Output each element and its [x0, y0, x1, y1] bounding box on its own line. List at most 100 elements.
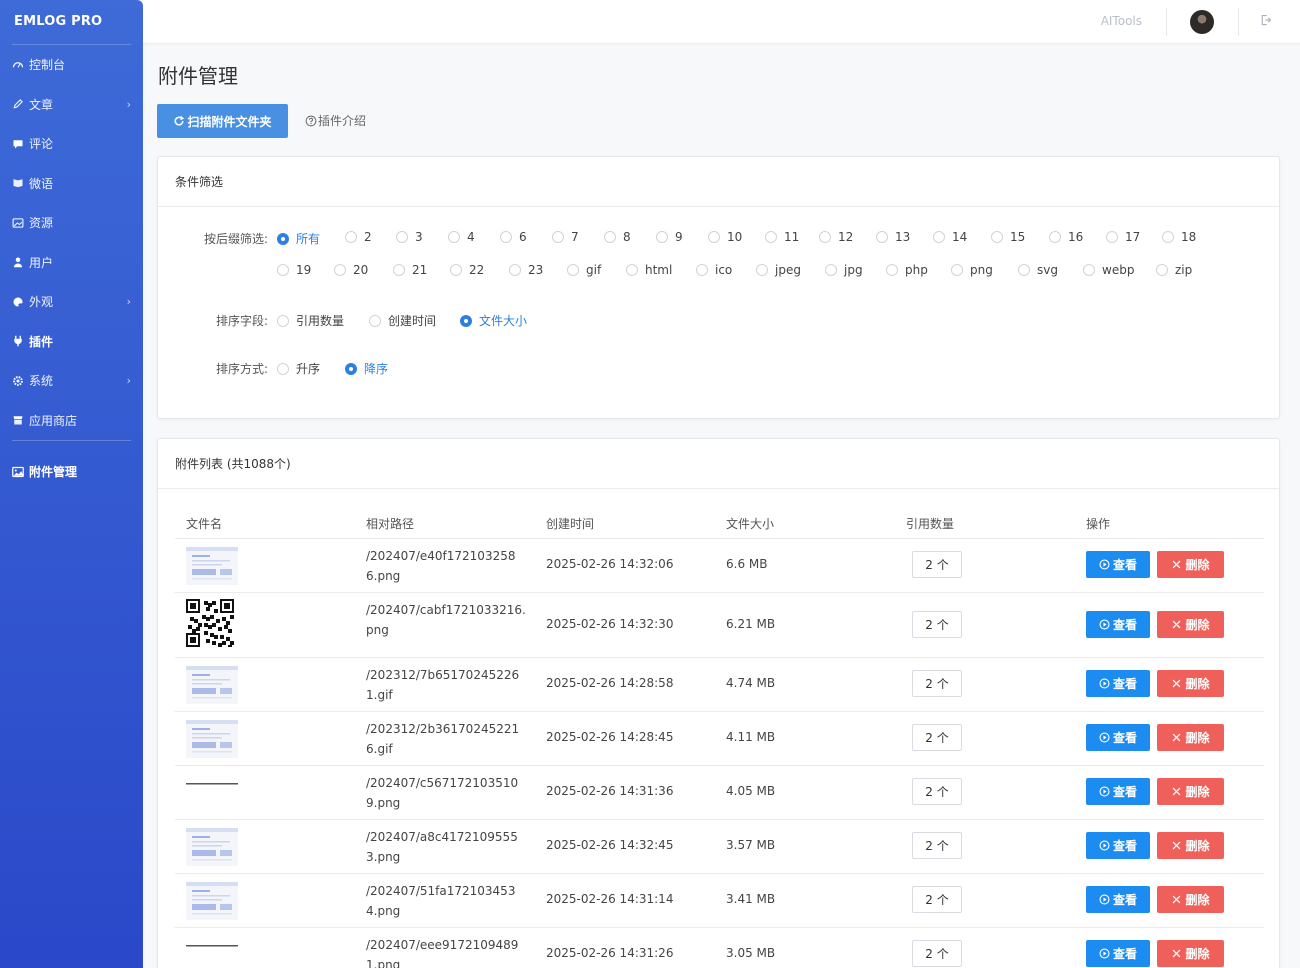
delete-button[interactable]: 删除 [1157, 551, 1224, 578]
sort-field-radio[interactable]: 创建时间 [369, 312, 436, 329]
sidebar-item-0[interactable]: 控制台 [0, 45, 143, 85]
suffix-option-radio[interactable]: 2 [345, 230, 372, 244]
delete-button[interactable]: 删除 [1157, 670, 1224, 697]
suffix-option-radio[interactable]: 11 [765, 230, 799, 244]
view-button[interactable]: 查看 [1086, 940, 1150, 967]
suffix-option-radio[interactable]: ico [696, 263, 732, 277]
suffix-option-radio[interactable]: 6 [500, 230, 527, 244]
suffix-option-radio[interactable]: 22 [450, 263, 484, 277]
radio-circle[interactable] [552, 231, 564, 243]
radio-circle[interactable] [696, 264, 708, 276]
reference-count[interactable]: 2 个 [912, 886, 962, 913]
sort-field-radio[interactable]: 引用数量 [277, 312, 344, 329]
radio-circle[interactable] [277, 264, 289, 276]
radio-circle[interactable] [460, 314, 472, 327]
reference-count[interactable]: 2 个 [912, 778, 962, 805]
reference-count[interactable]: 2 个 [912, 832, 962, 859]
sidebar-item-3[interactable]: 微语 [0, 164, 143, 204]
sidebar-item-4[interactable]: 资源 [0, 203, 143, 243]
delete-button[interactable]: 删除 [1157, 940, 1224, 967]
suffix-option-radio[interactable]: 3 [396, 230, 423, 244]
radio-circle[interactable] [819, 231, 831, 243]
plugin-intro-link[interactable]: 插件介绍 [305, 112, 366, 129]
radio-circle[interactable] [450, 264, 462, 276]
sidebar-item-5[interactable]: 用户 [0, 243, 143, 283]
suffix-option-radio[interactable]: 4 [448, 230, 475, 244]
sidebar-item-8[interactable]: 系统 › [0, 361, 143, 401]
reference-count[interactable]: 2 个 [912, 670, 962, 697]
file-thumbnail[interactable] [186, 776, 238, 791]
brand-logo[interactable]: EMLOG PRO [0, 0, 143, 44]
view-button[interactable]: 查看 [1086, 724, 1150, 751]
reference-count[interactable]: 2 个 [912, 551, 962, 578]
view-button[interactable]: 查看 [1086, 670, 1150, 697]
scan-folder-button[interactable]: 扫描附件文件夹 [157, 104, 288, 138]
suffix-option-radio[interactable]: 17 [1106, 230, 1140, 244]
sidebar-item-attachment-manager[interactable]: 附件管理 [0, 452, 143, 492]
suffix-option-radio[interactable]: gif [567, 263, 601, 277]
radio-circle[interactable] [509, 264, 521, 276]
file-thumbnail[interactable] [186, 599, 234, 651]
radio-circle[interactable] [756, 264, 768, 276]
sidebar-item-9[interactable]: 应用商店 [0, 401, 143, 441]
suffix-option-radio[interactable]: html [626, 263, 672, 277]
suffix-option-radio[interactable]: 21 [393, 263, 427, 277]
delete-button[interactable]: 删除 [1157, 724, 1224, 751]
radio-circle[interactable] [334, 264, 346, 276]
reference-count[interactable]: 2 个 [912, 724, 962, 751]
reference-count[interactable]: 2 个 [912, 611, 962, 638]
suffix-option-radio[interactable]: 15 [991, 230, 1025, 244]
suffix-option-radio[interactable]: 14 [933, 230, 967, 244]
delete-button[interactable]: 删除 [1157, 886, 1224, 913]
radio-circle[interactable] [1083, 264, 1095, 276]
sidebar-item-6[interactable]: 外观 › [0, 282, 143, 322]
suffix-option-radio[interactable]: 13 [876, 230, 910, 244]
file-thumbnail[interactable] [186, 882, 238, 924]
suffix-option-radio[interactable]: webp [1083, 263, 1134, 277]
suffix-option-radio[interactable]: 12 [819, 230, 853, 244]
suffix-option-radio[interactable]: zip [1156, 263, 1192, 277]
delete-button[interactable]: 删除 [1157, 832, 1224, 859]
sidebar-item-7[interactable]: 插件 [0, 322, 143, 362]
view-button[interactable]: 查看 [1086, 778, 1150, 805]
radio-circle[interactable] [1018, 264, 1030, 276]
delete-button[interactable]: 删除 [1157, 778, 1224, 805]
radio-circle[interactable] [604, 231, 616, 243]
suffix-option-radio[interactable]: 20 [334, 263, 368, 277]
radio-circle[interactable] [1106, 231, 1118, 243]
file-thumbnail[interactable] [186, 547, 238, 589]
avatar[interactable] [1190, 10, 1214, 34]
radio-circle[interactable] [396, 231, 408, 243]
view-button[interactable]: 查看 [1086, 886, 1150, 913]
suffix-option-radio[interactable]: 18 [1162, 230, 1196, 244]
radio-circle[interactable] [933, 231, 945, 243]
file-thumbnail[interactable] [186, 720, 238, 762]
view-button[interactable]: 查看 [1086, 551, 1150, 578]
sort-order-radio[interactable]: 降序 [345, 360, 388, 377]
suffix-option-radio[interactable]: 23 [509, 263, 543, 277]
radio-circle[interactable] [277, 362, 289, 375]
radio-circle[interactable] [951, 264, 963, 276]
radio-circle[interactable] [448, 231, 460, 243]
radio-circle[interactable] [393, 264, 405, 276]
delete-button[interactable]: 删除 [1157, 611, 1224, 638]
suffix-option-radio[interactable]: 10 [708, 230, 742, 244]
radio-circle[interactable] [991, 231, 1003, 243]
file-thumbnail[interactable] [186, 938, 238, 953]
radio-circle[interactable] [500, 231, 512, 243]
radio-circle[interactable] [345, 231, 357, 243]
radio-circle[interactable] [345, 362, 357, 375]
sort-field-radio[interactable]: 文件大小 [460, 312, 527, 329]
suffix-option-radio[interactable]: svg [1018, 263, 1058, 277]
sidebar-item-1[interactable]: 文章 › [0, 85, 143, 125]
file-thumbnail[interactable] [186, 666, 238, 708]
radio-circle[interactable] [1162, 231, 1174, 243]
radio-circle[interactable] [825, 264, 837, 276]
logout-icon[interactable] [1260, 14, 1274, 28]
suffix-option-radio[interactable]: 8 [604, 230, 631, 244]
radio-circle[interactable] [1049, 231, 1061, 243]
view-button[interactable]: 查看 [1086, 832, 1150, 859]
radio-circle[interactable] [765, 231, 777, 243]
radio-circle[interactable] [876, 231, 888, 243]
view-button[interactable]: 查看 [1086, 611, 1150, 638]
